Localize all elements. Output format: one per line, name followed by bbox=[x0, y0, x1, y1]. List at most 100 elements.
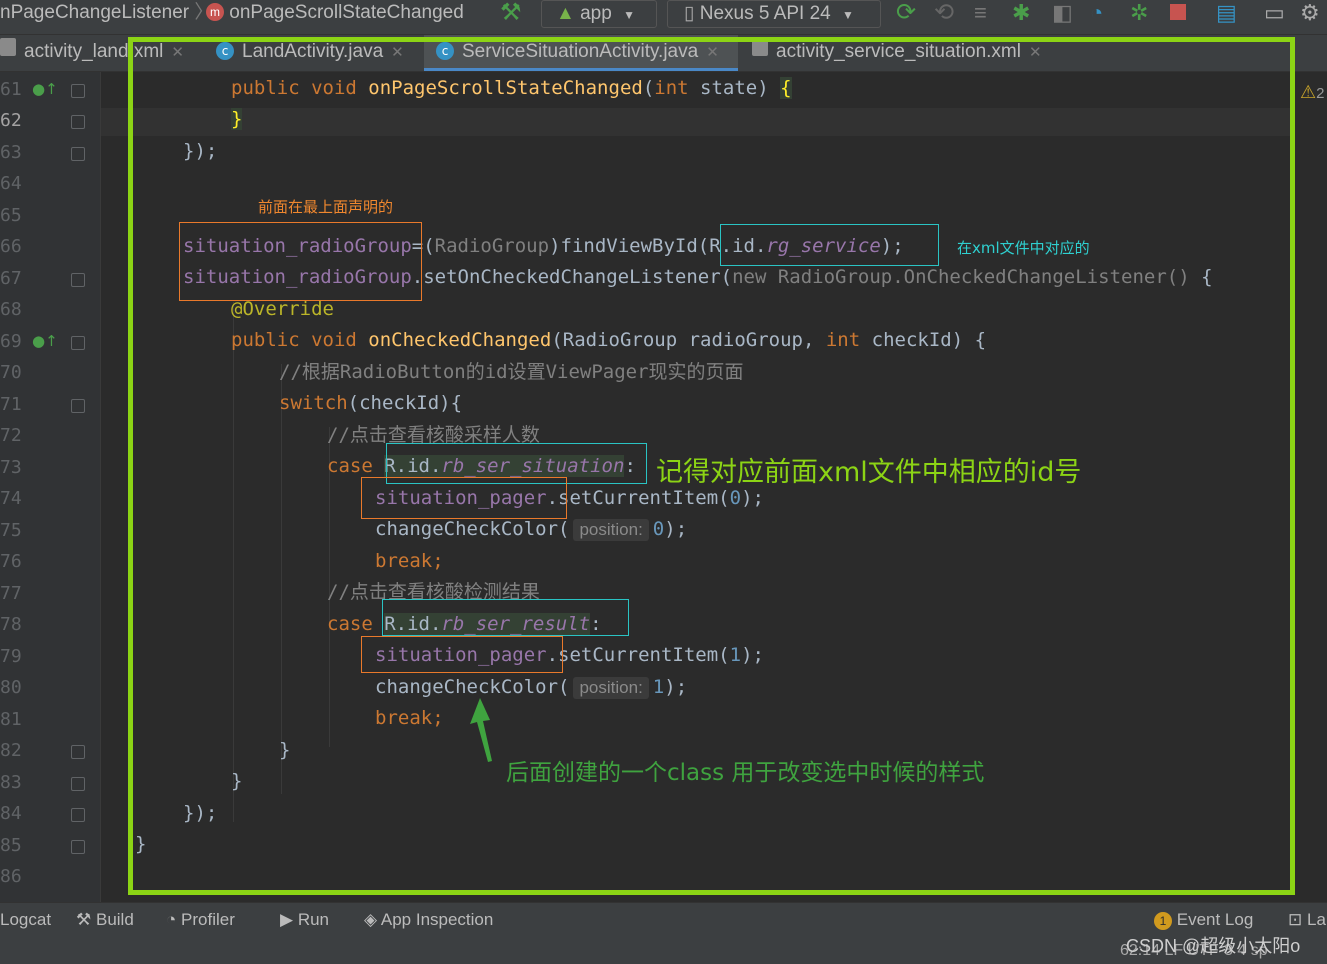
line-number: 77 bbox=[0, 583, 22, 604]
layout-inspector-label: La bbox=[1306, 910, 1326, 929]
inspection-icon: ◈ bbox=[364, 910, 378, 929]
line-number: 86 bbox=[0, 866, 22, 887]
event-log-label: Event Log bbox=[1176, 910, 1254, 929]
line-number: 79 bbox=[0, 646, 22, 667]
annotation-box-radio-group bbox=[179, 222, 422, 301]
watermark: CSDN @超级小太阳o bbox=[1126, 936, 1301, 956]
override-method-icon[interactable]: ●↑ bbox=[32, 80, 58, 98]
line-number: 71 bbox=[0, 394, 22, 415]
hammer-build-icon[interactable]: ⚒ bbox=[500, 0, 522, 30]
line-number: 80 bbox=[0, 677, 22, 698]
line-number: 63 bbox=[0, 142, 22, 163]
status-bar: 62:14 LF UTF-8 4 sp CSDN @超级小太阳o bbox=[0, 936, 1327, 964]
line-number: 78 bbox=[0, 614, 22, 635]
line-number: 83 bbox=[0, 772, 22, 793]
debug-bug-icon[interactable]: ✱ bbox=[1012, 0, 1030, 30]
fold-marker-icon[interactable] bbox=[71, 273, 85, 287]
device-label: Nexus 5 API 24 bbox=[699, 3, 831, 24]
attach-debugger-icon[interactable]: ◧ bbox=[1052, 0, 1073, 30]
event-count-badge: 1 bbox=[1154, 912, 1172, 930]
profiler-gauge-icon[interactable]: ◔ bbox=[1090, 0, 1103, 30]
build-tab[interactable]: ⚒ Build bbox=[76, 910, 134, 930]
line-number: 82 bbox=[0, 740, 22, 761]
breadcrumb-method[interactable]: m onPageScrollStateChanged bbox=[206, 0, 464, 30]
line-number: 66 bbox=[0, 236, 22, 257]
line-number: 62 bbox=[0, 110, 22, 131]
annotation-box-situation-pager bbox=[361, 477, 567, 519]
logcat-tab[interactable]: Logcat bbox=[0, 910, 51, 930]
line-number: 72 bbox=[0, 425, 22, 446]
run-tab[interactable]: ▶ Run bbox=[280, 910, 329, 930]
debug-attach-icon[interactable]: ✲ bbox=[1130, 0, 1148, 30]
annotation-box-situation-pager bbox=[361, 636, 563, 673]
play-icon: ▶ bbox=[280, 910, 294, 929]
fold-marker-icon[interactable] bbox=[71, 840, 85, 854]
breadcrumb-class-label: nPageChangeListener bbox=[0, 2, 190, 23]
breadcrumb-method-label: onPageScrollStateChanged bbox=[229, 2, 464, 23]
line-number: 61 bbox=[0, 79, 22, 100]
logcat-lines-icon[interactable]: ≡ bbox=[974, 0, 987, 30]
note-class-purpose: 后面创建的一个class 用于改变选中时候的样式 bbox=[506, 760, 985, 786]
fold-marker-icon[interactable] bbox=[71, 115, 85, 129]
method-icon: m bbox=[206, 3, 224, 21]
annotation-box-rb-ser-result bbox=[382, 599, 629, 636]
hammer-icon: ⚒ bbox=[76, 910, 92, 929]
gauge-icon: ◔ bbox=[166, 910, 177, 929]
line-number: 65 bbox=[0, 205, 22, 226]
breadcrumb-class[interactable]: nPageChangeListener 〉 bbox=[0, 0, 213, 30]
logcat-label: Logcat bbox=[0, 910, 52, 929]
run-config-select[interactable]: ▲ app ▼ bbox=[541, 0, 657, 28]
build-label: Build bbox=[95, 910, 134, 929]
note-xml-counterpart: 在xml文件中对应的 bbox=[957, 239, 1090, 257]
warning-icon[interactable]: ⚠2 bbox=[1300, 82, 1324, 103]
line-number: 75 bbox=[0, 520, 22, 541]
profiler-tab[interactable]: ◔ Profiler bbox=[166, 910, 235, 930]
line-number: 69 bbox=[0, 331, 22, 352]
phone-icon: ▯ bbox=[684, 3, 695, 24]
profiler-label: Profiler bbox=[181, 910, 235, 929]
line-number: 68 bbox=[0, 299, 22, 320]
stop-icon[interactable] bbox=[1170, 2, 1186, 32]
note-declared-above: 前面在最上面声明的 bbox=[258, 198, 394, 216]
line-number: 76 bbox=[0, 551, 22, 572]
line-number: 85 bbox=[0, 835, 22, 856]
run-label: Run bbox=[297, 910, 329, 929]
sdk-manager-icon[interactable]: ⚙ bbox=[1300, 0, 1320, 30]
layout-inspector-icon: ⊡ bbox=[1288, 910, 1303, 929]
line-number: 73 bbox=[0, 457, 22, 478]
fold-marker-icon[interactable] bbox=[71, 399, 85, 413]
line-number: 70 bbox=[0, 362, 22, 383]
fold-marker-icon[interactable] bbox=[71, 745, 85, 759]
device-select[interactable]: ▯ Nexus 5 API 24 ▼ bbox=[667, 0, 881, 28]
layout-inspector-tab[interactable]: ⊡ La bbox=[1288, 910, 1326, 930]
emulator-icon[interactable]: ▭ bbox=[1264, 0, 1285, 30]
note-remember-id: 记得对应前面xml文件中相应的id号 bbox=[656, 457, 1082, 488]
apply-code-changes-icon[interactable]: ⟲ bbox=[934, 0, 954, 30]
app-inspection-tab[interactable]: ◈ App Inspection bbox=[364, 910, 493, 930]
fold-marker-icon[interactable] bbox=[71, 336, 85, 350]
navigation-toolbar: nPageChangeListener 〉 m onPageScrollStat… bbox=[0, 0, 1327, 35]
line-number: 64 bbox=[0, 173, 22, 194]
chevron-down-icon: ▼ bbox=[623, 8, 635, 22]
warning-count: 2 bbox=[1316, 85, 1325, 102]
error-stripe: ⚠2 bbox=[1290, 72, 1327, 902]
android-icon: ▲ bbox=[556, 3, 575, 24]
run-config-label: app bbox=[580, 3, 612, 24]
line-number: 67 bbox=[0, 268, 22, 289]
fold-marker-icon[interactable] bbox=[71, 84, 85, 98]
annotation-box-rg-service bbox=[720, 224, 939, 266]
xml-file-icon bbox=[0, 38, 16, 56]
event-log-tab[interactable]: 1 Event Log bbox=[1154, 910, 1253, 930]
line-number-gutter: 61 62 63 64 65 66 67 68 69 70 71 72 73 7… bbox=[0, 72, 101, 902]
apply-changes-icon[interactable]: ⟳ bbox=[896, 0, 916, 30]
override-method-icon[interactable]: ●↑ bbox=[32, 332, 58, 350]
device-manager-icon[interactable]: ▤ bbox=[1216, 0, 1237, 30]
fold-marker-icon[interactable] bbox=[71, 777, 85, 791]
app-inspection-label: App Inspection bbox=[380, 910, 494, 929]
chevron-down-icon: ▼ bbox=[842, 8, 854, 22]
fold-marker-icon[interactable] bbox=[71, 147, 85, 161]
line-number: 84 bbox=[0, 803, 22, 824]
fold-marker-icon[interactable] bbox=[71, 808, 85, 822]
arrow-annotation bbox=[470, 698, 492, 762]
line-number: 74 bbox=[0, 488, 22, 509]
